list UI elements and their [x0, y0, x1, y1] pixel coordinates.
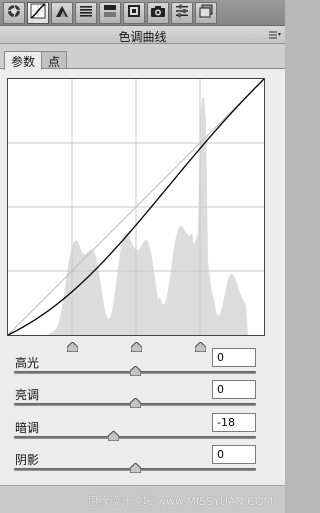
shadows-slider-thumb[interactable]: [129, 462, 142, 474]
tool-presets[interactable]: [171, 1, 193, 24]
shadows-label: 阴影: [15, 453, 40, 467]
split-point-highlights[interactable]: [195, 342, 206, 352]
tab-bar: 参数 点: [4, 51, 68, 70]
presets-icon: [198, 3, 214, 22]
split-point-midtones[interactable]: [131, 342, 142, 352]
tool-detail[interactable]: [75, 1, 97, 24]
panel-header: 色调曲线: [0, 26, 285, 44]
toolbar: [0, 0, 285, 26]
watermark: 思缘设计论坛 www.MISSYUAN.COM: [87, 495, 273, 508]
highlights-label: 高光: [15, 356, 40, 370]
adjust-shadows: 阴影: [0, 445, 285, 483]
tool-split-toning[interactable]: [99, 1, 121, 24]
triangle-icon: [54, 3, 70, 22]
tone-curve-graph[interactable]: [7, 78, 265, 352]
tool-hsl[interactable]: [51, 1, 73, 24]
camera-icon: [150, 3, 166, 22]
panel-body: 参数 点 高光 亮调 暗调: [0, 44, 285, 513]
lights-input[interactable]: [212, 380, 256, 399]
panel-title: 色调曲线: [118, 30, 167, 44]
tool-camera-calibration[interactable]: [147, 1, 169, 24]
aperture-icon: [6, 3, 22, 22]
split-icon: [102, 3, 118, 22]
darks-slider-thumb[interactable]: [107, 430, 120, 442]
tab-parametric[interactable]: 参数: [4, 51, 43, 70]
tab-content: 高光 亮调 暗调 阴影: [0, 68, 285, 513]
tool-basic[interactable]: [3, 1, 25, 24]
darks-label: 暗调: [15, 421, 40, 435]
darks-input[interactable]: [212, 413, 256, 432]
panel-menu-icon[interactable]: [269, 30, 281, 40]
darks-slider-track[interactable]: [14, 436, 256, 439]
lights-label: 亮调: [15, 388, 40, 402]
tool-lens[interactable]: [123, 1, 145, 24]
curves-icon: [30, 3, 46, 22]
footer: 思缘设计论坛 www.MISSYUAN.COM: [0, 485, 285, 513]
highlights-slider-thumb[interactable]: [129, 365, 142, 377]
shadows-input[interactable]: [212, 445, 256, 464]
tab-point[interactable]: 点: [41, 51, 68, 69]
lens-icon: [126, 3, 142, 22]
highlights-input[interactable]: [212, 348, 256, 367]
split-point-shadows[interactable]: [67, 342, 78, 352]
tool-snapshots[interactable]: [195, 1, 217, 24]
lines-icon: [78, 3, 94, 22]
tool-tone-curve[interactable]: [27, 1, 49, 24]
lights-slider-thumb[interactable]: [129, 397, 142, 409]
sliders-icon: [174, 3, 190, 22]
